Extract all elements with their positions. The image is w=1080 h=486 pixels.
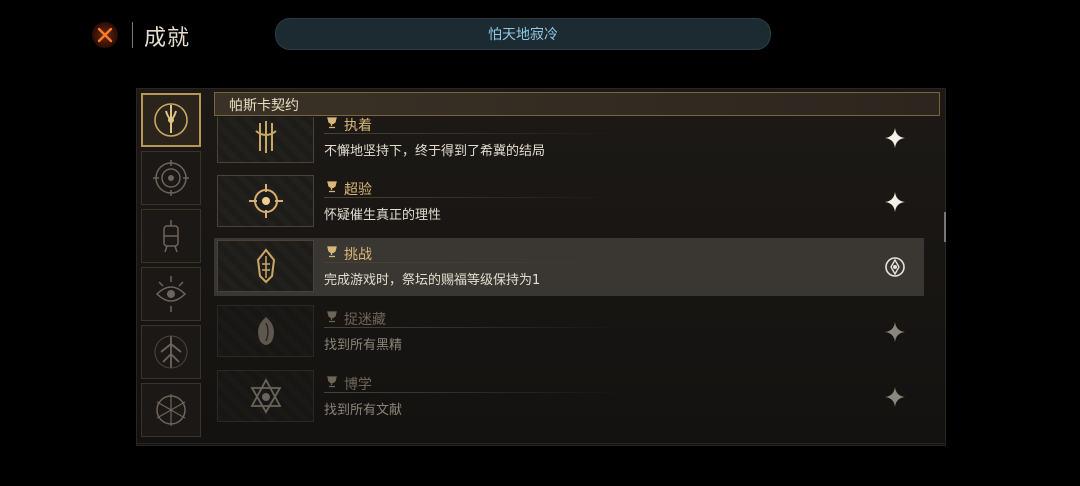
achievement-description: 找到所有黑精	[324, 338, 403, 353]
trophy-icon	[327, 117, 337, 129]
divider	[324, 197, 624, 198]
player-name: 怕天地寂冷	[488, 27, 558, 43]
achievement-row[interactable]: 博学 找到所有文献	[214, 368, 924, 426]
section-header: 帕斯卡契约	[214, 92, 940, 116]
trophy-icon	[327, 181, 337, 193]
achievement-description: 怀疑催生真正的理性	[324, 208, 442, 223]
claw-emblem-icon	[254, 121, 277, 153]
achievement-thumbnail	[217, 370, 314, 422]
trophy-icon	[327, 246, 337, 258]
target-emblem-icon	[248, 184, 283, 218]
category-tab-5[interactable]	[141, 325, 201, 379]
sparkle-icon	[885, 322, 905, 342]
achievement-description: 完成游戏时，祭坛的赐福等级保持为1	[324, 273, 541, 288]
player-name-badge: 怕天地寂冷	[275, 18, 771, 50]
divider	[324, 262, 624, 263]
close-icon	[97, 27, 113, 43]
trophy-icon	[327, 311, 337, 323]
achievement-title: 超验	[344, 182, 372, 198]
achievement-thumbnail	[217, 117, 314, 163]
seed-emblem-icon	[257, 317, 274, 345]
category-tab-4[interactable]	[141, 267, 201, 321]
achievement-row[interactable]: 捉迷藏 找到所有黑精	[214, 303, 924, 361]
divider	[324, 327, 624, 328]
category-sidebar	[141, 93, 203, 441]
pact-sigil-icon	[154, 103, 188, 137]
page-title: 成就	[144, 26, 191, 51]
close-button[interactable]	[92, 22, 118, 48]
panel-bottom-border	[136, 443, 944, 444]
achievement-list[interactable]: 执着 不懈地坚持下，终于得到了希冀的结局 超验 怀疑催生真正的理性 挑战 完成游…	[214, 117, 926, 427]
divider	[324, 133, 624, 134]
top-bar: 成就 怕天地寂冷	[0, 0, 1080, 70]
achievement-title: 博学	[344, 377, 372, 393]
tree-sigil-icon	[154, 335, 188, 369]
progress-emblem-icon	[885, 257, 905, 277]
achievement-description: 找到所有文献	[324, 403, 403, 418]
achievement-row[interactable]: 挑战 完成游戏时，祭坛的赐福等级保持为1	[214, 238, 924, 296]
achievement-thumbnail	[217, 240, 314, 292]
thorn-sigil-icon	[156, 394, 186, 426]
category-tab-6[interactable]	[141, 383, 201, 437]
category-tab-2[interactable]	[141, 151, 201, 205]
title-divider	[132, 22, 133, 48]
sparkle-icon	[885, 128, 905, 148]
achievement-description: 不懈地坚持下，终于得到了希冀的结局	[324, 144, 546, 159]
section-title: 帕斯卡契约	[229, 98, 299, 114]
trophy-icon	[327, 376, 337, 388]
achievement-title: 捉迷藏	[344, 312, 386, 328]
lantern-sigil-icon	[163, 220, 179, 253]
divider	[324, 392, 624, 393]
achievement-row[interactable]: 超验 怀疑催生真正的理性	[214, 173, 924, 231]
sparkle-icon	[885, 192, 905, 212]
achievement-thumbnail	[217, 175, 314, 227]
star-emblem-icon	[249, 378, 282, 414]
list-scrollbar[interactable]	[944, 212, 946, 242]
achievement-title: 挑战	[344, 247, 372, 263]
achievement-row[interactable]: 执着 不懈地坚持下，终于得到了希冀的结局	[214, 117, 924, 167]
sparkle-icon	[885, 387, 905, 407]
eye-sigil-icon	[155, 276, 187, 312]
achievement-thumbnail	[217, 305, 314, 357]
category-tab-3[interactable]	[141, 209, 201, 263]
spiral-sigil-icon	[153, 160, 189, 196]
lantern-emblem-icon	[256, 248, 275, 284]
category-tab-pascal-pact[interactable]	[141, 93, 201, 147]
